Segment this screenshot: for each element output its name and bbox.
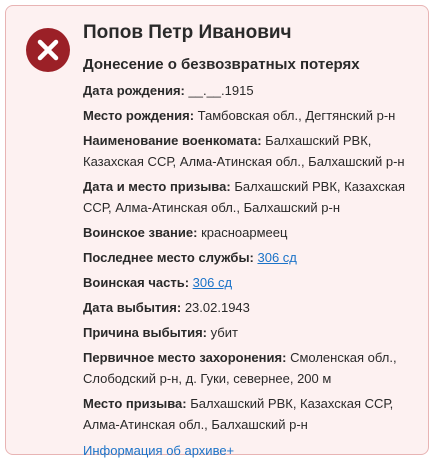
field-last-service-place: Последнее место службы: 306 сд	[83, 247, 418, 268]
field-value: убит	[210, 325, 238, 340]
field-label: Дата и место призыва:	[83, 179, 231, 194]
document-type: Донесение о безвозвратных потерях	[83, 56, 360, 73]
field-label: Наименование военкомата:	[83, 133, 262, 148]
field-birth-place: Место рождения: Тамбовская обл., Дегтянс…	[83, 105, 418, 126]
field-rank: Воинское звание: красноармеец	[83, 222, 418, 243]
field-label: Дата рождения:	[83, 83, 185, 98]
field-value: красноармеец	[201, 225, 288, 240]
record-card: Попов Петр Иванович Донесение о безвозвр…	[5, 5, 429, 458]
field-label: Место рождения:	[83, 108, 195, 123]
field-label: Первичное место захоронения:	[83, 350, 287, 365]
field-label: Причина выбытия:	[83, 325, 208, 340]
field-value: Тамбовская обл., Дегтянский р-н	[197, 108, 396, 123]
field-label: Место призыва:	[83, 396, 187, 411]
person-name: Попов Петр Иванович	[83, 22, 292, 43]
field-departure-reason: Причина выбытия: убит	[83, 322, 418, 343]
field-label: Дата выбытия:	[83, 300, 182, 315]
field-departure-date: Дата выбытия: 23.02.1943	[83, 297, 418, 318]
field-label: Воинское звание:	[83, 225, 198, 240]
field-military-office: Наименование военкомата: Балхашский РВК,…	[83, 130, 418, 172]
field-conscription-place: Место призыва: Балхашский РВК, Казахская…	[83, 393, 418, 435]
military-unit-link[interactable]: 306 сд	[193, 275, 232, 290]
field-label: Воинская часть:	[83, 275, 190, 290]
close-x-icon	[26, 28, 70, 72]
field-value: 23.02.1943	[184, 300, 250, 315]
archive-info-link[interactable]: Информация об архиве+	[83, 441, 234, 461]
field-value: __.__.1915	[188, 83, 254, 98]
field-birth-date: Дата рождения: __.__.1915	[83, 80, 418, 101]
field-label: Последнее место службы:	[83, 250, 254, 265]
field-burial-place: Первичное место захоронения: Смоленская …	[83, 347, 418, 389]
record-content: Попов Петр Иванович Донесение о безвозвр…	[83, 20, 418, 461]
last-service-link[interactable]: 306 сд	[258, 250, 297, 265]
field-military-unit: Воинская часть: 306 сд	[83, 272, 418, 293]
field-conscription-date-place: Дата и место призыва: Балхашский РВК, Ка…	[83, 176, 418, 218]
